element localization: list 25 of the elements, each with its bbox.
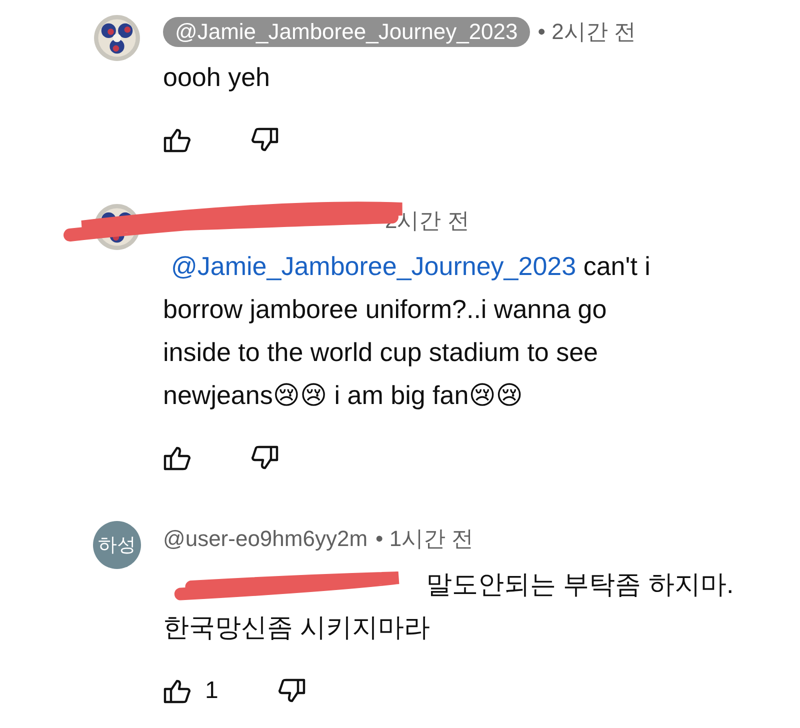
avatar[interactable]: 하성 — [93, 521, 141, 569]
author-name[interactable]: @Jamie_Jamboree_Journey_2023 — [163, 17, 530, 47]
comment-text: oooh yeh — [163, 61, 270, 94]
thumbs-up-icon — [163, 678, 191, 704]
dislike-button[interactable] — [251, 445, 279, 471]
comment-text: 말도안되는 부탁좀 하지마. — [426, 568, 734, 601]
timestamp: • 2시간 전 — [538, 18, 636, 46]
like-button[interactable]: 1 — [163, 677, 218, 705]
dislike-button[interactable] — [278, 678, 306, 704]
comment-text: newjeans😢😢 i am big fan😢😢 — [163, 379, 523, 412]
comment-text: @Jamie_Jamboree_Journey_2023 can't i — [163, 245, 650, 288]
like-button[interactable] — [163, 445, 191, 471]
comment-text: borrow jamboree uniform?..i wanna go — [163, 293, 607, 326]
timestamp: • 1시간 전 — [376, 525, 474, 553]
thumbs-down-icon — [278, 678, 306, 704]
thumbs-down-icon — [251, 127, 279, 153]
like-button[interactable] — [163, 127, 191, 153]
comment-text: inside to the world cup stadium to see — [163, 336, 598, 369]
thumbs-up-icon — [163, 127, 191, 153]
dislike-button[interactable] — [251, 127, 279, 153]
mention-link[interactable]: @Jamie_Jamboree_Journey_2023 — [163, 251, 576, 281]
thumbs-down-icon — [251, 445, 279, 471]
author-name[interactable]: @user-eo9hm6yy2m — [163, 526, 368, 552]
thumbs-up-icon — [163, 445, 191, 471]
comment-text: 한국망신좀 시키지마라 — [163, 611, 430, 644]
